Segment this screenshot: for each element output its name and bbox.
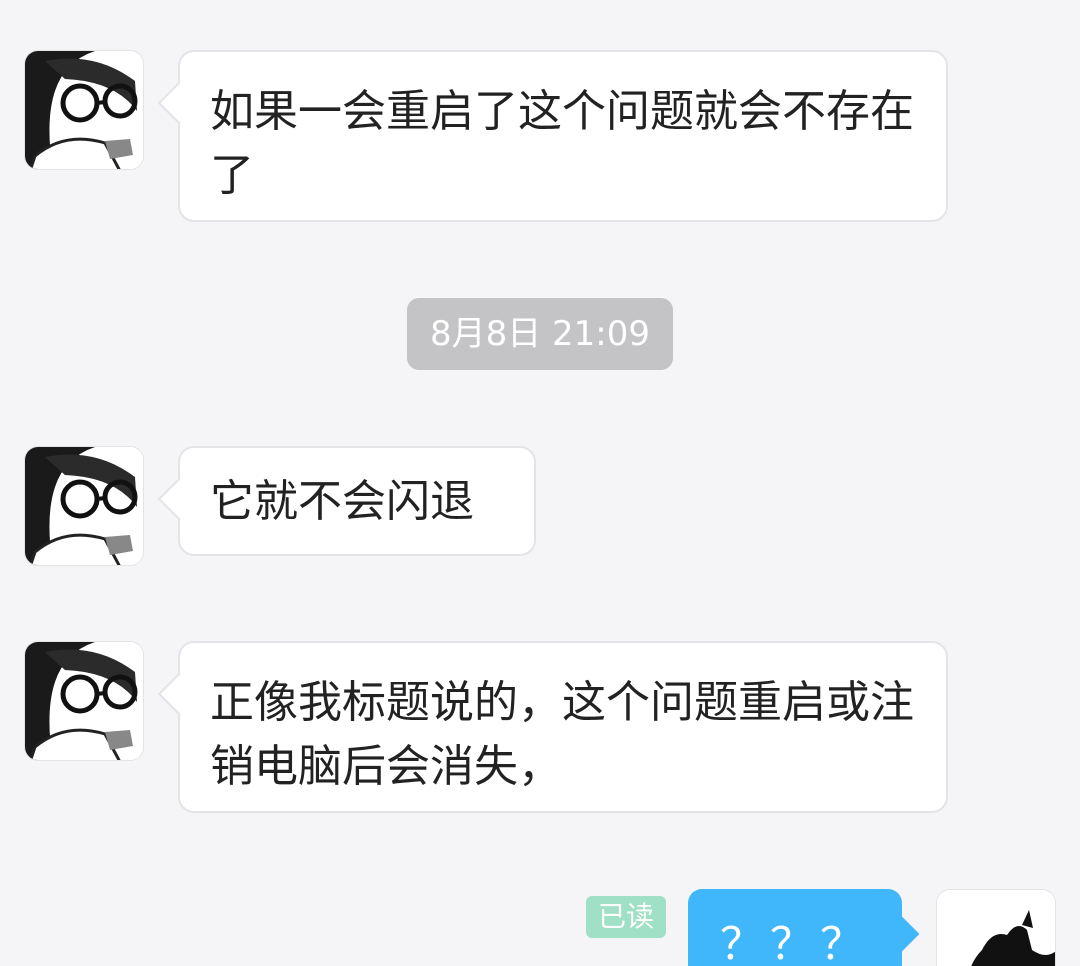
message-text: ？？？ [720, 919, 870, 966]
bubble-tail [157, 477, 201, 521]
timestamp-divider: 8月8日 21:09 [407, 298, 673, 370]
received-message-bubble[interactable]: 如果一会重启了这个问题就会不存在了 [157, 50, 948, 222]
received-message-bubble[interactable]: 正像我标题说的，这个问题重启或注销电脑后会消失， [157, 641, 948, 813]
bubble-tail [157, 672, 201, 716]
read-status-badge: 已读 [586, 896, 666, 938]
chat-conversation[interactable]: 如果一会重启了这个问题就会不存在了 8月8日 21:09 它就不会闪退 正像我标… [0, 0, 1080, 966]
avatar-silhouette-image [937, 890, 1055, 966]
contact-avatar[interactable] [24, 641, 144, 761]
received-message-bubble[interactable]: 它就不会闪退 [157, 446, 536, 556]
avatar-manga-girl-image [25, 51, 143, 169]
sent-message-bubble[interactable]: ？？？ [688, 889, 920, 966]
message-text: 它就不会闪退 [210, 476, 474, 527]
contact-avatar[interactable] [24, 446, 144, 566]
avatar-manga-girl-image [25, 642, 143, 760]
bubble-tail [157, 81, 201, 125]
message-text: 正像我标题说的，这个问题重启或注销电脑后会消失， [210, 677, 914, 792]
message-text: 如果一会重启了这个问题就会不存在了 [210, 86, 914, 201]
my-avatar[interactable] [936, 889, 1056, 966]
avatar-manga-girl-image [25, 447, 143, 565]
contact-avatar[interactable] [24, 50, 144, 170]
bubble-tail [882, 915, 920, 953]
